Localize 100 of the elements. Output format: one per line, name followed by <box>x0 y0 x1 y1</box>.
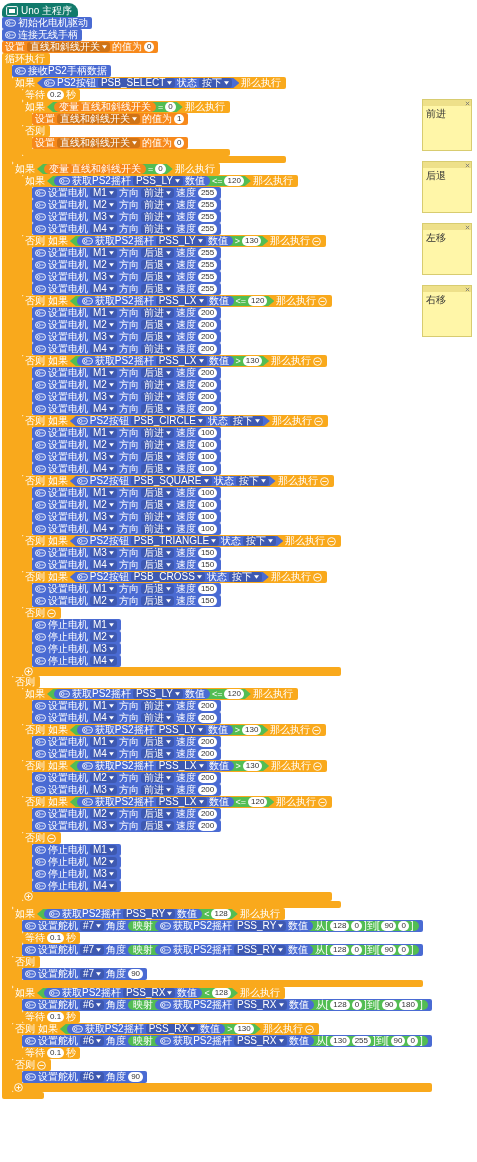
dropdown[interactable]: PSS_LY <box>155 725 206 735</box>
code-block[interactable]: 停止电机 M2 <box>32 631 121 643</box>
number-field[interactable]: 200 <box>197 332 218 342</box>
dropdown[interactable]: M1 <box>90 620 117 630</box>
number-field[interactable]: 100 <box>197 452 218 462</box>
number-field[interactable]: 0 <box>155 164 166 174</box>
number-field[interactable]: 128 <box>330 921 350 931</box>
number-field[interactable]: 255 <box>197 284 218 294</box>
dropdown[interactable]: M1 <box>90 188 117 198</box>
code-block[interactable]: 等待 0.1 秒 <box>22 1047 81 1059</box>
dropdown[interactable]: 前进 <box>140 524 174 534</box>
condition-block[interactable]: 变量 直线和斜线开关 = 0 <box>37 164 173 174</box>
condition-block[interactable]: 获取PS2摇杆 PSS_LY 数值 > 130 <box>69 725 269 735</box>
condition-block[interactable]: PS2按钮 PSB_CROSS 状态 按下 <box>69 572 269 582</box>
number-field[interactable]: 130 <box>242 236 262 246</box>
block-header[interactable]: 否则 如果 PS2按钮 PSB_TRIANGLE 状态 按下 那么执行 <box>22 535 342 547</box>
dropdown[interactable]: 后退 <box>140 368 174 378</box>
dropdown[interactable]: 后退 <box>140 272 174 282</box>
dropdown[interactable]: M2 <box>90 773 117 783</box>
minus-icon[interactable] <box>313 356 323 366</box>
minus-icon[interactable] <box>312 236 322 246</box>
code-block[interactable]: 停止电机 M4 <box>32 880 121 892</box>
number-field[interactable]: 120 <box>224 689 244 699</box>
block-header[interactable]: 否则 如果 获取PS2摇杆 PSS_LX 数值 > 130 那么执行 <box>22 355 328 367</box>
block-header[interactable]: 否则 如果 获取PS2摇杆 PSS_RX 数值 > 130 那么执行 <box>12 1023 319 1035</box>
number-field[interactable]: 200 <box>197 392 218 402</box>
dropdown[interactable]: 前进 <box>140 701 174 711</box>
code-block[interactable]: 设置电机 M2 方向 后退 速度 150 <box>32 595 222 607</box>
number-field[interactable]: 0 <box>351 1000 363 1010</box>
number-field[interactable]: 200 <box>197 344 218 354</box>
code-block[interactable]: 设置电机 M4 方向 前进 速度 255 <box>32 223 222 235</box>
dropdown[interactable]: 前进 <box>140 428 174 438</box>
map-reporter[interactable]: 映射 获取PS2摇杆 PSS_RY 数值 从[ 128 0 ]到[ 90 0 ] <box>128 921 419 931</box>
number-field[interactable]: 255 <box>197 272 218 282</box>
condition-block[interactable]: 获取PS2摇杆 PSS_RX 数值 < 128 <box>37 988 238 998</box>
number-field[interactable]: 100 <box>197 464 218 474</box>
number-field[interactable]: 180 <box>398 1000 418 1010</box>
code-block[interactable]: 设置电机 M1 方向 后退 速度 200 <box>32 736 222 748</box>
reporter-block[interactable]: 获取PS2摇杆 PSS_LX 数值 <box>76 356 234 366</box>
number-field[interactable]: 200 <box>197 809 218 819</box>
dropdown[interactable]: #7 <box>80 969 105 979</box>
code-block[interactable]: 设置电机 M2 方向 前进 速度 100 <box>32 439 222 451</box>
dropdown[interactable]: M4 <box>90 344 117 354</box>
dropdown[interactable]: 前进 <box>140 224 174 234</box>
code-block[interactable]: 设置电机 M1 方向 后退 速度 150 <box>32 583 222 595</box>
number-field[interactable]: 255 <box>351 1036 371 1046</box>
code-block[interactable]: 设置 直线和斜线开关 的值为 0 <box>2 41 159 53</box>
number-field[interactable]: 90 <box>128 1072 144 1082</box>
dropdown[interactable]: 后退 <box>140 260 174 270</box>
number-field[interactable]: 200 <box>197 380 218 390</box>
dropdown[interactable]: #6 <box>80 1000 105 1010</box>
number-field[interactable]: 255 <box>197 212 218 222</box>
dropdown[interactable]: PSB_CROSS <box>130 572 205 582</box>
dropdown[interactable]: M2 <box>90 809 117 819</box>
code-block[interactable]: 设置电机 M3 方向 后退 速度 150 <box>32 547 222 559</box>
reporter-block[interactable]: 获取PS2摇杆 PSS_LX 数值 <box>76 296 234 306</box>
code-block[interactable]: 停止电机 M3 <box>32 868 121 880</box>
reporter-block[interactable]: 获取PS2摇杆 PSS_LY 数值 <box>54 689 210 699</box>
number-field[interactable]: 130 <box>234 1024 254 1034</box>
dropdown[interactable]: PSS_RY <box>234 945 287 955</box>
code-block[interactable]: 停止电机 M3 <box>32 643 121 655</box>
code-block[interactable]: 停止电机 M1 <box>32 844 121 856</box>
reporter-block[interactable]: 获取PS2摇杆 PSS_LY 数值 <box>76 725 233 735</box>
number-field[interactable]: 128 <box>211 988 231 998</box>
minus-icon[interactable] <box>47 833 56 843</box>
number-field[interactable]: 100 <box>197 500 218 510</box>
block-header[interactable]: 否则 如果 获取PS2摇杆 PSS_LY 数值 > 130 那么执行 <box>22 724 327 736</box>
code-block[interactable]: 设置 直线和斜线开关 的值为 0 <box>32 137 189 149</box>
number-field[interactable]: 0 <box>144 42 155 52</box>
dropdown[interactable]: 后退 <box>140 737 174 747</box>
number-field[interactable]: 200 <box>197 368 218 378</box>
number-field[interactable]: 130 <box>242 761 263 771</box>
code-block[interactable]: 设置电机 M1 方向 前进 速度 200 <box>32 700 222 712</box>
reporter-block[interactable]: 获取PS2摇杆 PSS_LX 数值 <box>76 761 234 771</box>
number-field[interactable]: 200 <box>197 701 218 711</box>
block-header[interactable]: 否则 如果 获取PS2摇杆 PSS_LX 数值 <= 120 那么执行 <box>22 796 333 808</box>
dropdown[interactable]: 按下 <box>235 476 269 486</box>
dropdown[interactable]: 前进 <box>140 212 174 222</box>
dropdown[interactable]: PSS_RY <box>234 921 287 931</box>
code-block[interactable]: 设置电机 M1 方向 前进 速度 200 <box>32 307 222 319</box>
dropdown[interactable]: PSS_RX <box>234 1036 287 1046</box>
dropdown[interactable]: PSB_CIRCLE <box>130 416 206 426</box>
dropdown[interactable]: M1 <box>90 368 117 378</box>
code-block[interactable]: 设置电机 M2 方向 后退 速度 100 <box>32 499 222 511</box>
code-block[interactable]: 设置电机 M4 方向 后退 速度 255 <box>32 283 222 295</box>
code-block[interactable]: 设置电机 M1 方向 前进 速度 255 <box>32 187 222 199</box>
code-block[interactable]: 设置电机 M2 方向 前进 速度 255 <box>32 199 222 211</box>
condition-block[interactable]: 获取PS2摇杆 PSS_RX 数值 > 130 <box>59 1024 261 1034</box>
number-field[interactable]: 255 <box>197 260 218 270</box>
code-block[interactable]: 设置电机 M3 方向 前进 速度 100 <box>32 511 222 523</box>
number-field[interactable]: 200 <box>197 737 218 747</box>
dropdown[interactable]: 后退 <box>140 548 174 558</box>
number-field[interactable]: 130 <box>330 1036 350 1046</box>
dropdown[interactable]: 后退 <box>140 248 174 258</box>
dropdown[interactable]: 直线和斜线开关 <box>57 114 140 124</box>
code-block[interactable]: 设置电机 M3 方向 后退 速度 255 <box>32 271 222 283</box>
dropdown[interactable]: 前进 <box>140 380 174 390</box>
dropdown[interactable]: 前进 <box>140 785 174 795</box>
condition-block[interactable]: 获取PS2摇杆 PSS_LX 数值 > 130 <box>69 356 270 366</box>
block-header[interactable]: 否则 如果 PS2按钮 PSB_SQUARE 状态 按下 那么执行 <box>22 475 334 487</box>
